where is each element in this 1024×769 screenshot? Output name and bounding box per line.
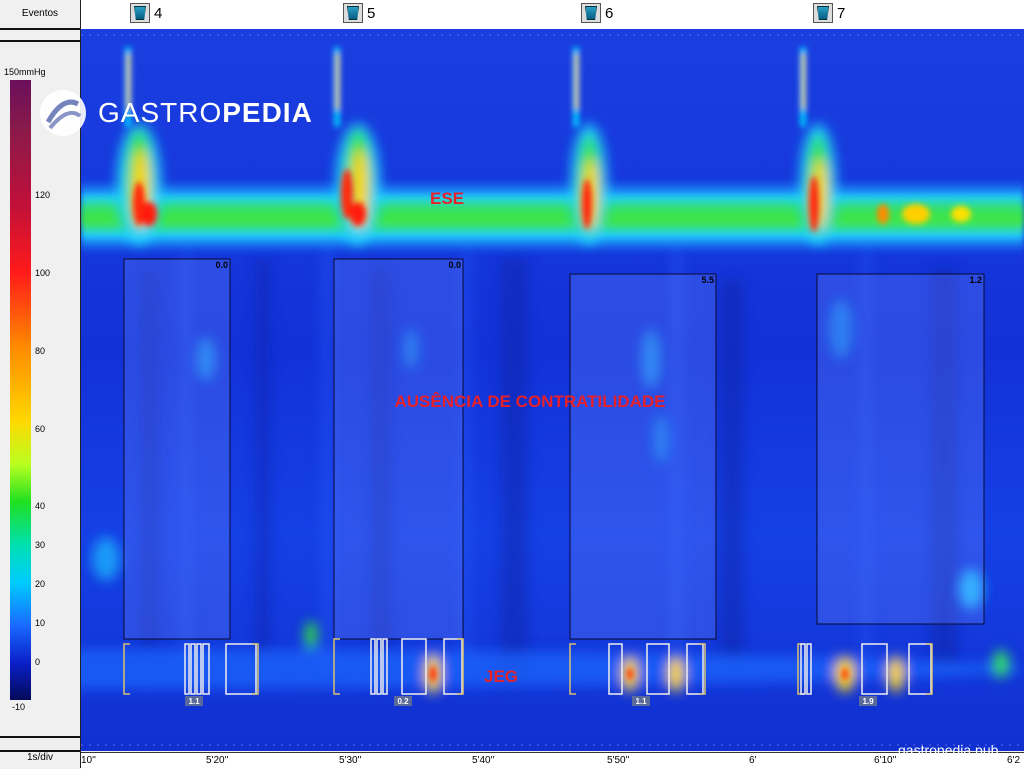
logo-mark-icon (40, 90, 86, 136)
irp-box (333, 258, 464, 640)
swallow-event-marker[interactable]: 5 (343, 3, 375, 23)
water-cup-icon (813, 3, 833, 23)
divider (0, 40, 80, 42)
event-number: 7 (837, 4, 846, 22)
watermark-url: gastropedia.pub (898, 742, 999, 758)
colorbar-tick: 40 (35, 501, 46, 511)
colorbar-tick: 80 (35, 346, 46, 356)
irp-box-4[interactable]: 1.2 (816, 273, 985, 625)
divider (0, 28, 80, 30)
irp-box (569, 273, 717, 640)
x-tick-label: 10'' (81, 755, 96, 766)
x-tick-label: 6'10'' (874, 755, 897, 766)
colorbar-tick: 120 (35, 190, 51, 200)
time-axis: 10'' 5'20'' 5'30'' 5'40'' 5'50'' 6' 6'10… (81, 752, 1024, 769)
irp-box-value: 5.5 (701, 275, 714, 285)
irp-box-value: 0.0 (448, 260, 461, 270)
events-bar: 4 5 6 7 (81, 0, 1024, 30)
irp-box-value: 0.0 (215, 260, 228, 270)
irp-box-value: 1.2 (969, 275, 982, 285)
swallow-event-marker[interactable]: 7 (813, 3, 845, 23)
water-cup-icon (343, 3, 363, 23)
irp-box-3[interactable]: 5.5 (569, 273, 717, 640)
colorbar-tick: 20 (35, 579, 46, 589)
water-cup-icon (130, 3, 150, 23)
aperistalsis-label: AUSÊNCIA DE CONTRATILIDADE (394, 392, 665, 411)
logo-text-part1: GASTRO (98, 97, 223, 128)
swallow-event-marker[interactable]: 6 (581, 3, 613, 23)
colorbar-tick: 10 (35, 618, 46, 628)
ese-label: ESE (430, 189, 464, 208)
logo-text-part2: PEDIA (222, 97, 313, 128)
colorbar-tick: 30 (35, 540, 46, 550)
irp-box (816, 273, 985, 625)
water-cup-icon (581, 3, 601, 23)
colorbar-tick: 0 (35, 657, 41, 667)
irp-box-1[interactable]: 0.0 (123, 258, 231, 640)
gastropedia-logo: GASTROPEDIA (38, 88, 313, 138)
x-tick-label: 6' (749, 755, 757, 766)
divider (0, 736, 80, 738)
lower-value: 1.1 (635, 697, 647, 706)
x-tick-label: 6'2 (1007, 755, 1021, 766)
pressure-colorbar (10, 80, 31, 700)
irp-box (123, 258, 231, 640)
colorbar-tick: 60 (35, 424, 46, 434)
swallow-event-marker[interactable]: 4 (130, 3, 162, 23)
x-tick-label: 5'20'' (206, 755, 229, 766)
scale-unit-label: 150mmHg (4, 67, 46, 77)
colorbar-tick: 100 (35, 268, 51, 278)
lower-value: 1.1 (188, 697, 200, 706)
lower-value: 0.2 (397, 697, 409, 706)
event-number: 5 (367, 4, 376, 22)
irp-box-2[interactable]: 0.0 (333, 258, 464, 640)
event-number: 4 (154, 4, 163, 22)
time-per-division-label: 1s/div (26, 752, 54, 763)
x-tick-label: 5'30'' (339, 755, 362, 766)
lower-value: 1.9 (862, 697, 874, 706)
colorbar-tick: -10 (12, 702, 26, 712)
x-tick-label: 5'40'' (472, 755, 495, 766)
events-header-label: Eventos (21, 8, 59, 19)
x-tick-label: 5'50'' (607, 755, 630, 766)
event-number: 6 (605, 4, 614, 22)
jeg-label: JEG (484, 667, 518, 686)
